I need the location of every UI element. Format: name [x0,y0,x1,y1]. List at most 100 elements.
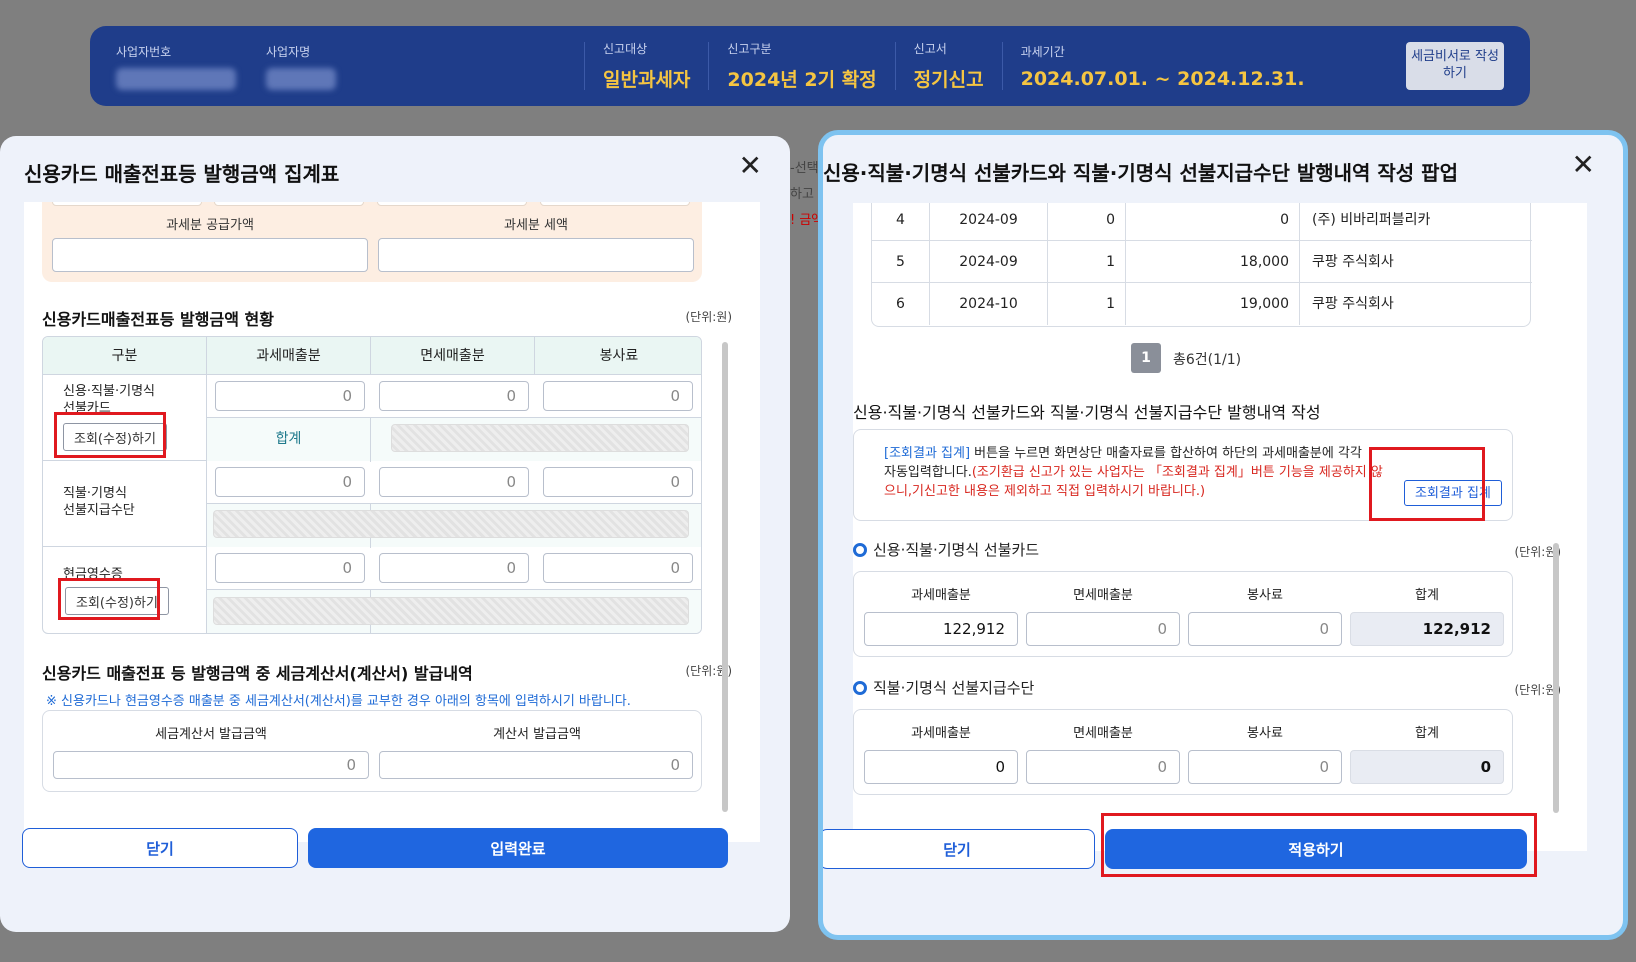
col-header: 합계 [1415,726,1439,741]
left-modal: 신용카드 매출전표등 발행금액 집계표 ✕ 과세분 공급가액 과세분 세액 신용… [0,136,790,932]
header-cell: 봉사료 [599,348,639,364]
list-row: 4 2024-09 0 0 (주) 비바리퍼블리카 [872,203,1532,241]
col-header: 과세매출분 [911,726,971,741]
col-header: 봉사료 [1247,588,1283,603]
highlight-box [1369,447,1485,521]
page-1-button[interactable]: 1 [1131,343,1161,373]
write-section-title: 신용·직불·기명식 선불카드와 직불·기명식 선불지급수단 발행내역 작성 [853,403,1321,422]
apply-button[interactable]: 적용하기 [1105,829,1527,869]
row-no: 5 [872,241,930,283]
header-cell: 면세매출분 [371,337,535,375]
report-label: 신고서 [913,42,947,56]
row-company: 쿠팡 주식회사 [1312,254,1394,270]
service-fee-input[interactable]: 0 [1188,612,1342,646]
tax-label: 과세분 세액 [504,218,568,233]
col-header: 면세매출분 [1073,726,1133,741]
divider [1001,42,1003,90]
row-amount: 18,000 [1126,241,1300,283]
report-value: 정기신고 [913,69,984,91]
info-text-1: 버튼을 누르면 화면상단 매출자료를 합산하여 하단의 과세매출분에 각각 [970,446,1362,461]
debit-section-title: 직불·기명식 선불지급수단 [873,679,1035,697]
info-text: [조회결과 집계] 버튼을 누르면 화면상단 매출자료를 합산하여 하단의 과세… [884,444,1384,501]
exempt-input[interactable]: 0 [379,467,529,497]
service-fee-input[interactable]: 0 [543,381,693,411]
sum-row: 합계 [207,503,701,548]
highlight-box [54,412,166,458]
taxable-input[interactable]: 0 [215,381,365,411]
tax-invoice-label: 세금계산서 발급금액 [155,727,267,742]
biz-no-field: 사업자번호 [116,43,266,90]
type-label: 신고구분 [727,42,772,56]
biz-no-value-blurred [116,67,236,90]
total-value: 122,912 [1350,612,1504,646]
card-box: 과세매출분 면세매출분 봉사료 합계 122,912 0 0 122,912 [853,571,1513,657]
row-month: 2024-10 [930,283,1048,325]
row-label-cell: 직불·기명식 선불지급수단 [43,461,207,547]
invoice-note: ※ 신용카드나 현금영수증 매출분 중 세금계산서(계산서)를 교부한 경우 아… [46,694,631,709]
bullet-icon [853,681,867,695]
row-count: 1 [1048,241,1126,283]
col-header: 과세매출분 [911,588,971,603]
row-count: 1 [1048,283,1126,325]
sum-value [213,597,689,625]
target-value: 일반과세자 [603,69,691,91]
row-no: 6 [872,283,930,325]
taxable-input[interactable]: 0 [864,750,1018,784]
supply-tax-section: 과세분 공급가액 과세분 세액 [42,202,702,282]
background-header: 사업자번호 사업자명 신고대상 일반과세자 신고구분 2024년 2기 확정 신… [90,26,1530,106]
target-label: 신고대상 [603,42,648,56]
cut-input [540,202,690,206]
service-fee-input[interactable]: 0 [1188,750,1342,784]
supply-input[interactable] [52,238,368,272]
scrollbar[interactable] [722,342,728,812]
cut-input [377,202,527,206]
close-icon[interactable]: ✕ [1572,151,1595,179]
service-fee-input[interactable]: 0 [543,553,693,583]
card-section-title: 신용·직불·기명식 선불카드 [873,541,1040,559]
close-button[interactable]: 닫기 [823,829,1095,869]
left-modal-title: 신용카드 매출전표등 발행금액 집계표 [24,162,340,186]
tax-invoice-input[interactable]: 0 [53,751,369,779]
close-button[interactable]: 닫기 [22,828,298,868]
period-label: 과세기간 [1020,44,1065,59]
submit-button[interactable]: 입력완료 [308,828,728,868]
biz-name-value-blurred [266,67,336,90]
bullet-icon [853,543,867,557]
right-modal: 신용·직불·기명식 선불카드와 직불·기명식 선불지급수단 발행내역 작성 팝업… [818,130,1628,940]
right-modal-title: 신용·직불·기명식 선불카드와 직불·기명식 선불지급수단 발행내역 작성 팝업 [823,161,1458,185]
exempt-input[interactable]: 0 [1026,750,1180,784]
exempt-input[interactable]: 0 [379,381,529,411]
debit-box: 과세매출분 면세매출분 봉사료 합계 0 0 0 0 [853,709,1513,795]
taxable-input[interactable]: 0 [215,553,365,583]
total-value: 0 [1350,750,1504,784]
service-fee-input[interactable]: 0 [543,467,693,497]
issuance-list-table: 4 2024-09 0 0 (주) 비바리퍼블리카 5 2024-09 1 18… [871,203,1532,327]
row-label: 직불·기명식 선불지급수단 [63,486,135,518]
tax-input[interactable] [378,238,694,272]
col-header: 합계 [1415,588,1439,603]
table-header: 구분 과세매출분 면세매출분 봉사료 [43,337,701,375]
info-text-2: 자동입력합니다. [884,465,972,480]
row-company: (주) 비바리퍼블리카 [1312,212,1431,228]
tax-secretary-button[interactable]: 세금비서로 작성하기 [1406,42,1504,90]
scrollbar[interactable] [1553,543,1559,813]
period-value: 2024.07.01. ~ 2024.12.31. [1020,67,1305,90]
close-icon[interactable]: ✕ [739,152,762,180]
period-field: 과세기간 2024.07.01. ~ 2024.12.31. [1021,43,1305,90]
list-row: 6 2024-10 1 19,000 쿠팡 주식회사 [872,283,1532,325]
invoice-label: 계산서 발급금액 [493,727,581,742]
row-company: 쿠팡 주식회사 [1312,296,1394,312]
sum-value [391,424,689,452]
sum-row: 합계 [207,417,701,462]
status-section-title: 신용카드매출전표등 발행금액 현황 [42,310,274,329]
row-month: 2024-09 [930,203,1048,241]
invoice-input[interactable]: 0 [379,751,693,779]
divider [584,42,585,90]
invoice-box: 세금계산서 발급금액 계산서 발급금액 0 0 [42,710,702,792]
sum-value [213,510,689,538]
exempt-input[interactable]: 0 [379,553,529,583]
taxable-input[interactable]: 122,912 [864,612,1018,646]
taxable-input[interactable]: 0 [215,467,365,497]
exempt-input[interactable]: 0 [1026,612,1180,646]
target-field: 신고대상 일반과세자 [603,40,690,92]
